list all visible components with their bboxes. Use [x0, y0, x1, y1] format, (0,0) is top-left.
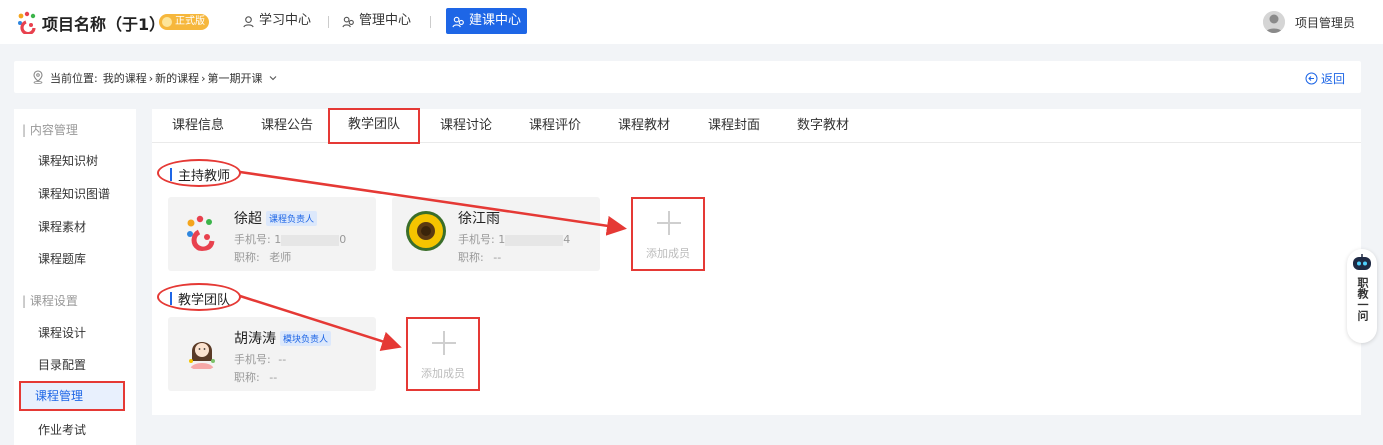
member-name: 徐超 课程负责人 [234, 208, 318, 228]
assistant-label: 职教一问 [1356, 277, 1369, 321]
breadcrumb-item[interactable]: 我的课程 [103, 70, 147, 86]
sidebar-item-homework-exam[interactable]: 作业考试 [22, 415, 128, 445]
tab-digital-textbook[interactable]: 数字教材 [797, 109, 849, 142]
add-member-label: 添加成员 [421, 367, 465, 380]
user-avatar[interactable] [1263, 11, 1285, 33]
breadcrumb-item[interactable]: 第一期开课 [208, 70, 263, 86]
breadcrumb-separator-icon: › [148, 71, 154, 85]
breadcrumb-separator-icon: › [201, 71, 206, 85]
member-name: 胡涛涛 模块负责人 [234, 328, 332, 348]
member-name: 徐江雨 [458, 211, 500, 227]
breadcrumb-prefix: 当前位置: [50, 72, 98, 85]
graduation-icon [243, 15, 254, 27]
sidebar-item-course-design[interactable]: 课程设计 [22, 318, 128, 348]
chevron-down-icon[interactable] [268, 73, 278, 83]
sidebar-item-materials[interactable]: 课程素材 [22, 212, 128, 242]
member-phone: 手机号: 10 [234, 233, 347, 246]
member-phone: 手机号: -- [234, 353, 287, 366]
build-icon [452, 16, 464, 27]
tab-course-textbook[interactable]: 课程教材 [618, 109, 670, 142]
member-phone: 手机号: 14 [458, 233, 571, 246]
nav-build-center-label: 建课中心 [469, 13, 522, 28]
back-arrow-icon [1305, 72, 1318, 85]
assistant-widget[interactable]: 职教一问 [1347, 249, 1377, 343]
section-title-hosts: 主持教师 [170, 165, 230, 184]
version-badge: 正式版 [159, 14, 209, 30]
main-panel: 课程信息 课程公告 教学团队 课程讨论 课程评价 课程教材 课程封面 数字教材 … [152, 108, 1361, 415]
sunflower-avatar-icon [406, 211, 446, 251]
location-pin-icon [33, 70, 43, 84]
user-name[interactable]: 项目管理员 [1295, 14, 1355, 31]
section-title-team: 教学团队 [170, 289, 230, 308]
tab-course-notice[interactable]: 课程公告 [261, 109, 313, 142]
role-badge: 课程负责人 [266, 210, 318, 226]
member-card[interactable]: 徐江雨 手机号: 14 职称: -- [392, 197, 600, 271]
nav-build-center[interactable]: 建课中心 [446, 8, 528, 34]
sidebar: | 内容管理 课程知识树 课程知识图谱 课程素材 课程题库 | 课程设置 课程设… [14, 109, 136, 445]
add-member-button[interactable]: 添加成员 [631, 197, 705, 271]
top-bar: 项目名称（于1） 正式版 学习中心 管理中心 建课中心 项目管理员 [0, 0, 1383, 44]
tab-course-info[interactable]: 课程信息 [172, 109, 224, 142]
breadcrumb-bar: 当前位置: 我的课程 › 新的课程 › 第一期开课 返回 [14, 61, 1361, 93]
plus-icon [432, 331, 456, 355]
nav-separator [430, 16, 431, 28]
back-button[interactable]: 返回 [1305, 70, 1345, 87]
plus-icon [657, 211, 681, 235]
sidebar-group-content: | 内容管理 [22, 123, 78, 137]
logo-icon [18, 11, 36, 34]
member-avatar [182, 331, 222, 371]
breadcrumb: 当前位置: 我的课程 › 新的课程 › 第一期开课 [50, 70, 278, 86]
cartoon-girl-avatar-icon [182, 331, 222, 371]
member-title: 职称: -- [234, 371, 278, 384]
tab-course-cover[interactable]: 课程封面 [708, 109, 760, 142]
nav-separator [328, 16, 329, 28]
tab-bar: 课程信息 课程公告 教学团队 课程讨论 课程评价 课程教材 课程封面 数字教材 [152, 108, 1361, 144]
member-title: 职称: -- [458, 251, 502, 264]
project-title: 项目名称（于1） [42, 15, 166, 34]
back-label: 返回 [1320, 72, 1345, 86]
member-card[interactable]: 徐超 课程负责人 手机号: 10 职称: 老师 [168, 197, 376, 271]
users-icon [342, 16, 354, 27]
member-avatar [182, 211, 222, 251]
sidebar-item-catalog-config[interactable]: 目录配置 [22, 350, 128, 380]
robot-icon [1353, 254, 1371, 270]
member-title: 职称: 老师 [234, 251, 292, 264]
user-avatar-icon [1263, 11, 1285, 33]
member-card[interactable]: 胡涛涛 模块负责人 手机号: -- 职称: -- [168, 317, 376, 391]
nav-learning-center-label: 学习中心 [259, 13, 312, 28]
masked-value [505, 234, 564, 246]
sidebar-item-knowledge-tree[interactable]: 课程知识树 [22, 146, 128, 176]
tab-teaching-team[interactable]: 教学团队 [328, 108, 421, 144]
sidebar-item-question-bank[interactable]: 课程题库 [22, 244, 128, 274]
role-badge: 模块负责人 [280, 330, 332, 346]
add-member-label: 添加成员 [646, 247, 690, 260]
sidebar-group-settings: | 课程设置 [22, 294, 78, 308]
logo-avatar-icon [182, 211, 222, 251]
masked-value [281, 234, 340, 246]
member-avatar [406, 211, 446, 251]
tab-course-review[interactable]: 课程评价 [529, 109, 581, 142]
tab-course-discussion[interactable]: 课程讨论 [440, 109, 492, 142]
sidebar-item-course-management[interactable]: 课程管理 [19, 381, 125, 411]
add-member-button[interactable]: 添加成员 [406, 317, 480, 391]
nav-management-center-label: 管理中心 [359, 13, 412, 28]
nav-learning-center[interactable]: 学习中心 [236, 8, 317, 34]
sidebar-item-knowledge-graph[interactable]: 课程知识图谱 [22, 179, 128, 209]
nav-management-center[interactable]: 管理中心 [336, 8, 417, 34]
breadcrumb-item[interactable]: 新的课程 [155, 70, 199, 86]
